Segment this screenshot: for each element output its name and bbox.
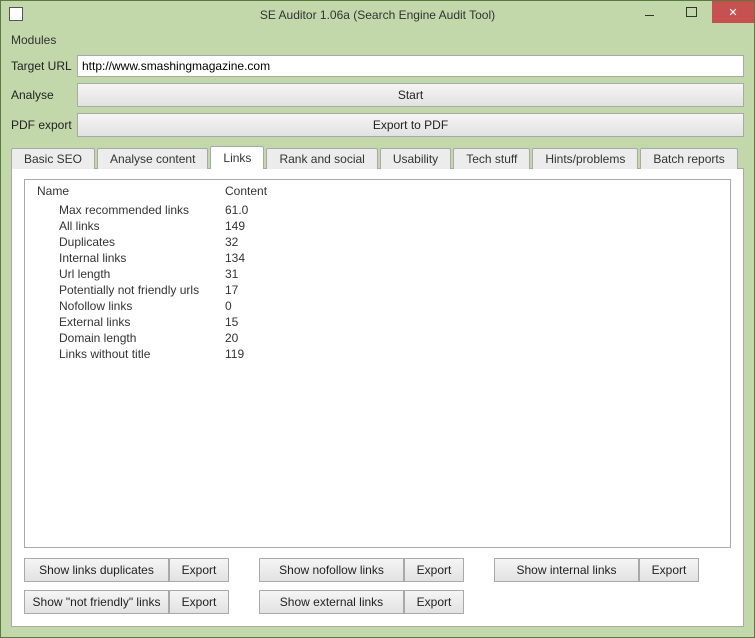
maximize-button[interactable]	[670, 1, 712, 23]
close-button[interactable]	[712, 1, 754, 23]
export-not-friendly-button[interactable]: Export	[169, 590, 229, 614]
cell-content: 17	[225, 282, 238, 298]
start-button[interactable]: Start	[77, 83, 744, 107]
app-window: SE Auditor 1.06a (Search Engine Audit To…	[0, 0, 755, 638]
show-duplicates-button[interactable]: Show links duplicates	[24, 558, 169, 582]
cell-content: 32	[225, 234, 238, 250]
target-url-label: Target URL	[11, 59, 77, 73]
export-external-button[interactable]: Export	[404, 590, 464, 614]
minimize-button[interactable]	[628, 1, 670, 23]
tab-hints-problems[interactable]: Hints/problems	[532, 148, 638, 169]
table-row[interactable]: Max recommended links61.0	[59, 202, 730, 218]
table-row[interactable]: Url length31	[59, 266, 730, 282]
table-row[interactable]: Potentially not friendly urls17	[59, 282, 730, 298]
table-row[interactable]: Duplicates32	[59, 234, 730, 250]
cell-content: 61.0	[225, 202, 248, 218]
tab-usability[interactable]: Usability	[380, 148, 451, 169]
menu-modules[interactable]: Modules	[11, 33, 56, 47]
table-row[interactable]: Domain length20	[59, 330, 730, 346]
tab-batch-reports[interactable]: Batch reports	[640, 148, 737, 169]
tab-links[interactable]: Links	[210, 146, 264, 169]
export-duplicates-button[interactable]: Export	[169, 558, 229, 582]
table-row[interactable]: Links without title119	[59, 346, 730, 362]
column-header-content[interactable]: Content	[225, 184, 267, 198]
app-icon	[9, 7, 23, 21]
menubar: Modules	[1, 29, 754, 51]
cell-name: Nofollow links	[59, 298, 225, 314]
export-pdf-button[interactable]: Export to PDF	[77, 113, 744, 137]
cell-name: Url length	[59, 266, 225, 282]
action-buttons: Show links duplicates Export Show nofoll…	[24, 558, 731, 614]
column-header-name[interactable]: Name	[37, 184, 225, 198]
pdf-export-label: PDF export	[11, 118, 77, 132]
tab-pane-links: Name Content Max recommended links61.0Al…	[11, 168, 744, 627]
show-not-friendly-button[interactable]: Show "not friendly" links	[24, 590, 169, 614]
links-table: Name Content Max recommended links61.0Al…	[24, 179, 731, 548]
tab-basic-seo[interactable]: Basic SEO	[11, 148, 95, 169]
cell-content: 31	[225, 266, 238, 282]
cell-name: All links	[59, 218, 225, 234]
cell-name: Internal links	[59, 250, 225, 266]
cell-name: External links	[59, 314, 225, 330]
content: Target URL Analyse Start PDF export Expo…	[1, 51, 754, 637]
table-row[interactable]: Nofollow links0	[59, 298, 730, 314]
row-pdf-export: PDF export Export to PDF	[11, 113, 744, 137]
show-internal-button[interactable]: Show internal links	[494, 558, 639, 582]
cell-content: 134	[225, 250, 245, 266]
tab-tech-stuff[interactable]: Tech stuff	[453, 148, 530, 169]
window-controls	[628, 1, 754, 23]
export-nofollow-button[interactable]: Export	[404, 558, 464, 582]
cell-name: Potentially not friendly urls	[59, 282, 225, 298]
table-header: Name Content	[25, 180, 730, 202]
cell-name: Max recommended links	[59, 202, 225, 218]
analyse-label: Analyse	[11, 88, 77, 102]
cell-content: 119	[225, 346, 244, 362]
table-row[interactable]: Internal links134	[59, 250, 730, 266]
row-target-url: Target URL	[11, 55, 744, 77]
cell-content: 20	[225, 330, 238, 346]
cell-name: Links without title	[59, 346, 225, 362]
cell-content: 149	[225, 218, 245, 234]
target-url-input[interactable]	[77, 55, 744, 77]
table-row[interactable]: All links149	[59, 218, 730, 234]
cell-name: Domain length	[59, 330, 225, 346]
cell-content: 0	[225, 298, 232, 314]
cell-name: Duplicates	[59, 234, 225, 250]
tab-rank-and-social[interactable]: Rank and social	[266, 148, 377, 169]
show-external-button[interactable]: Show external links	[259, 590, 404, 614]
tabs: Basic SEOAnalyse contentLinksRank and so…	[11, 145, 744, 168]
titlebar: SE Auditor 1.06a (Search Engine Audit To…	[1, 1, 754, 29]
table-body: Max recommended links61.0All links149Dup…	[25, 202, 730, 547]
table-row[interactable]: External links15	[59, 314, 730, 330]
export-internal-button[interactable]: Export	[639, 558, 699, 582]
show-nofollow-button[interactable]: Show nofollow links	[259, 558, 404, 582]
row-analyse: Analyse Start	[11, 83, 744, 107]
tab-analyse-content[interactable]: Analyse content	[97, 148, 208, 169]
cell-content: 15	[225, 314, 238, 330]
